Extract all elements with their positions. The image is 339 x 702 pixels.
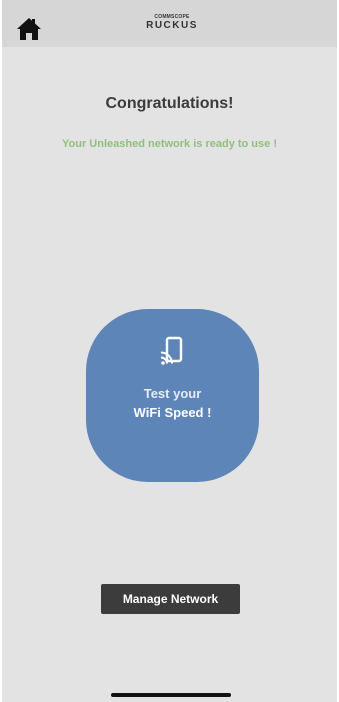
manage-network-button[interactable]: Manage Network bbox=[101, 584, 240, 614]
logo-ruckus-text: RUCKUS bbox=[146, 20, 198, 31]
speed-test-label-line2: WiFi Speed ! bbox=[133, 405, 212, 420]
home-icon bbox=[17, 18, 41, 40]
status-message: Your Unleashed network is ready to use ! bbox=[62, 138, 277, 150]
test-wifi-speed-button[interactable]: Test your WiFi Speed ! bbox=[86, 309, 259, 482]
app-screen: COMMSCOPE RUCKUS Congratulations! Your U… bbox=[2, 0, 337, 702]
page-title: Congratulations! bbox=[105, 95, 234, 112]
speed-test-label-line1: Test your bbox=[143, 386, 202, 401]
top-bar: COMMSCOPE RUCKUS bbox=[2, 0, 337, 47]
home-button[interactable] bbox=[16, 17, 42, 41]
home-indicator-bar[interactable] bbox=[111, 693, 231, 697]
ruckus-logo: COMMSCOPE RUCKUS bbox=[142, 14, 202, 32]
cast-device-icon bbox=[160, 336, 183, 365]
